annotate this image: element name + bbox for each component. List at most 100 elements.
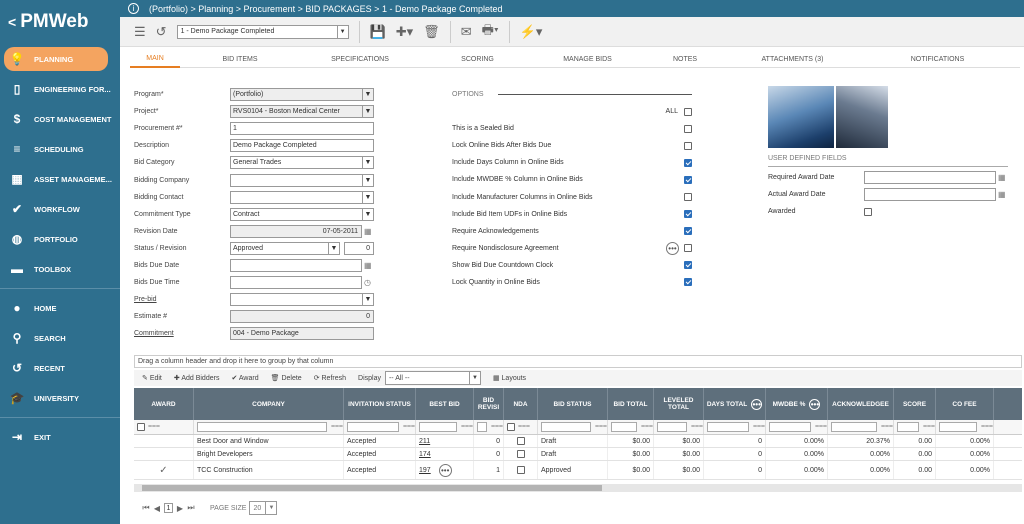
- col-header-invitation-status[interactable]: INVITATION STATUS: [344, 388, 416, 420]
- photo-thumbnail[interactable]: [768, 86, 834, 148]
- record-select[interactable]: 1 - Demo Package Completed ▼: [176, 24, 349, 39]
- tab-notes[interactable]: NOTES: [640, 50, 730, 68]
- commitment-type-select[interactable]: Contract ▼: [230, 207, 374, 221]
- filter-input[interactable]: [611, 422, 638, 432]
- filter-input[interactable]: [939, 422, 978, 432]
- email-icon[interactable]: ✉: [461, 24, 472, 40]
- col-header-days-total[interactable]: DAYS TOTAL •••: [704, 388, 766, 420]
- add-icon[interactable]: ✚▾: [396, 24, 413, 40]
- nav-item-university[interactable]: 🎓 UNIVERSITY: [0, 383, 120, 413]
- nav-item-toolbox[interactable]: ▬ TOOLBOX: [0, 254, 120, 284]
- filter-input[interactable]: [769, 422, 812, 432]
- filter-icon[interactable]: ⩶: [881, 423, 893, 431]
- filter-icon[interactable]: ⩶: [331, 423, 343, 431]
- filter-input[interactable]: [477, 422, 488, 432]
- filter-icon[interactable]: ⩶: [753, 423, 765, 431]
- filter-checkbox[interactable]: [137, 423, 145, 431]
- awarded-checkbox[interactable]: [864, 207, 872, 216]
- clock-icon[interactable]: ◷: [364, 278, 371, 287]
- bids-due-date-input[interactable]: [230, 258, 362, 272]
- calendar-icon[interactable]: ▦: [998, 173, 1006, 182]
- nav-item-search[interactable]: ⚲ SEARCH: [0, 323, 120, 353]
- revision-input[interactable]: 0: [344, 241, 374, 255]
- page-size-select[interactable]: 20 ▼: [249, 501, 278, 515]
- prev-page-icon[interactable]: ◀: [153, 503, 161, 513]
- best-bid-link[interactable]: 197: [419, 467, 431, 474]
- pre-bid-select[interactable]: ▼: [230, 293, 374, 307]
- lightning-icon[interactable]: ⚡▾: [520, 24, 543, 40]
- filter-icon[interactable]: ⩶: [491, 423, 503, 431]
- nda-checkbox[interactable]: [516, 466, 525, 474]
- more-options-icon[interactable]: •••: [751, 398, 763, 410]
- filter-icon[interactable]: ⩶: [461, 423, 473, 431]
- tab-manage-bids[interactable]: MANAGE BIDS: [535, 50, 640, 68]
- back-chevron-icon[interactable]: <: [8, 14, 16, 30]
- page-number[interactable]: 1: [164, 503, 173, 513]
- nav-item-exit[interactable]: ⇥ EXIT: [0, 422, 120, 452]
- filter-icon[interactable]: ⩶: [518, 423, 530, 431]
- filter-input[interactable]: [541, 422, 592, 432]
- filter-icon[interactable]: ⩶: [148, 423, 160, 431]
- history-icon[interactable]: ↺: [156, 24, 167, 40]
- bidding-company-select[interactable]: ▼: [230, 173, 374, 187]
- more-options-icon[interactable]: •••: [438, 463, 452, 477]
- calendar-icon[interactable]: ▦: [364, 261, 372, 270]
- display-select[interactable]: -- All -- ▼: [384, 371, 481, 385]
- filter-icon[interactable]: ⩶: [641, 423, 653, 431]
- col-header-leveled-total[interactable]: LEVELED TOTAL: [654, 388, 704, 420]
- nda-checkbox[interactable]: [516, 437, 525, 445]
- trash-icon[interactable]: 🗑: [423, 24, 440, 40]
- nav-item-workflow[interactable]: ✔ WORKFLOW: [0, 194, 120, 224]
- option-checkbox-this-is-a-sealed-bid[interactable]: [684, 124, 692, 133]
- pmweb-logo[interactable]: < PMWeb: [0, 0, 120, 44]
- delete-button[interactable]: 🗑 Delete: [271, 374, 302, 382]
- group-by-bar[interactable]: Drag a column header and drop it here to…: [134, 355, 1022, 368]
- calendar-icon[interactable]: ▦: [998, 190, 1006, 199]
- filter-input[interactable]: [197, 422, 328, 432]
- add-bidders-button[interactable]: ✚ Add Bidders: [174, 374, 220, 382]
- filter-checkbox[interactable]: [507, 423, 515, 431]
- filter-icon[interactable]: ⩶: [403, 423, 415, 431]
- option-checkbox-lock-quantity-in-online-bids[interactable]: [684, 278, 692, 287]
- required-award-date-input[interactable]: [864, 171, 996, 185]
- nda-checkbox[interactable]: [516, 450, 525, 458]
- tab-specifications[interactable]: SPECIFICATIONS: [300, 50, 420, 68]
- col-header-mwdbe[interactable]: MWDBE % •••: [766, 388, 828, 420]
- nav-item-cost-management[interactable]: $ COST MANAGEMENT: [0, 104, 120, 134]
- tab-notifications[interactable]: NOTIFICATIONS: [855, 50, 1020, 68]
- filter-icon[interactable]: ⩶: [981, 423, 993, 431]
- col-header-company[interactable]: COMPANY: [194, 388, 344, 420]
- layouts-button[interactable]: ▦ Layouts: [493, 374, 526, 382]
- first-page-icon[interactable]: ⏮: [142, 503, 150, 513]
- tab-main[interactable]: MAIN: [130, 50, 180, 68]
- description-input[interactable]: Demo Package Completed: [230, 139, 374, 153]
- filter-input[interactable]: [657, 422, 688, 432]
- filter-input[interactable]: [897, 422, 920, 432]
- next-page-icon[interactable]: ▶: [176, 503, 184, 513]
- option-checkbox-require-nondisclosure-agreement[interactable]: [684, 244, 692, 253]
- option-checkbox-show-bid-due-countdown-clock[interactable]: [684, 261, 692, 270]
- program-select[interactable]: (Portfolio) ▼: [230, 88, 374, 102]
- bidding-contact-select[interactable]: ▼: [230, 190, 374, 204]
- option-checkbox-lock-online-bids-after-bids-due[interactable]: [684, 141, 692, 150]
- col-header-bid-total[interactable]: BID TOTAL: [608, 388, 654, 420]
- filter-input[interactable]: [419, 422, 458, 432]
- col-header-co-fee[interactable]: CO FEE: [936, 388, 994, 420]
- col-header-acknowledgee[interactable]: ACKNOWLEDGEE: [828, 388, 894, 420]
- actual-award-date-input[interactable]: [864, 188, 996, 202]
- nav-item-home[interactable]: ● HOME: [0, 293, 120, 323]
- edit-button[interactable]: ✎ Edit: [142, 374, 162, 382]
- filter-input[interactable]: [707, 422, 750, 432]
- filter-input[interactable]: [831, 422, 878, 432]
- list-icon[interactable]: ☰: [134, 24, 146, 40]
- filter-icon[interactable]: ⩶: [815, 423, 827, 431]
- horizontal-scrollbar[interactable]: [134, 484, 1022, 492]
- nav-item-portfolio[interactable]: ◍ PORTFOLIO: [0, 224, 120, 254]
- scrollbar-thumb[interactable]: [142, 485, 602, 491]
- revision-date-input[interactable]: 07-05-2011: [230, 224, 362, 238]
- photo-thumbnail[interactable]: [836, 86, 888, 148]
- status-select[interactable]: Approved ▼: [230, 241, 340, 255]
- col-header-award[interactable]: AWARD: [134, 388, 194, 420]
- commitment-link[interactable]: Commitment: [134, 330, 230, 337]
- last-page-icon[interactable]: ⏭: [187, 503, 195, 513]
